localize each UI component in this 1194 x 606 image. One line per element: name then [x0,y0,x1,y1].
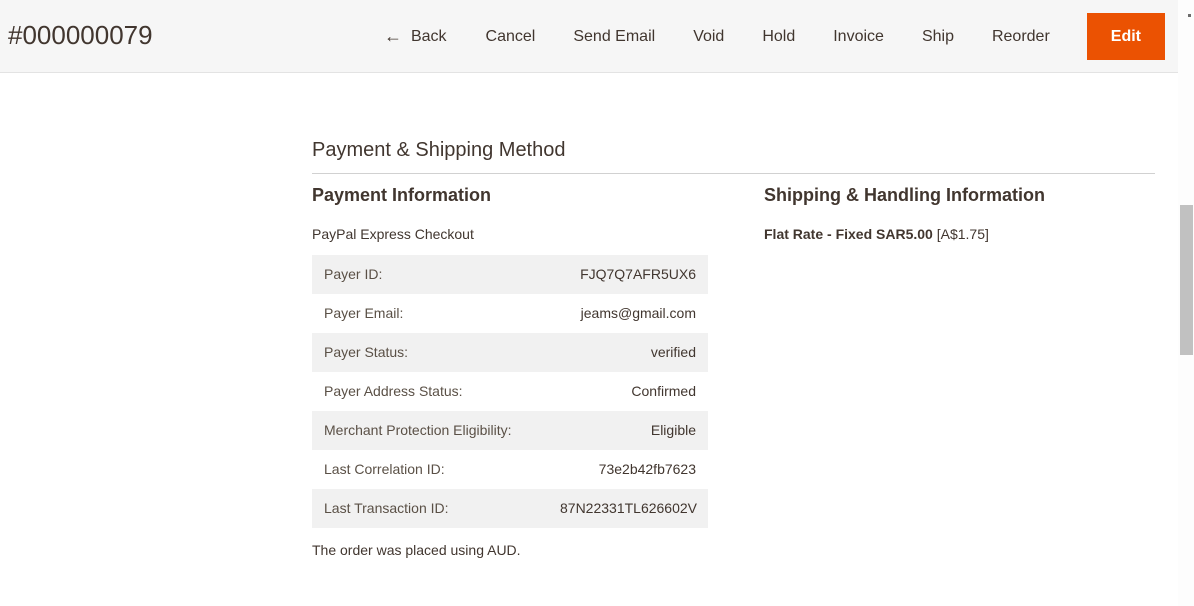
shipping-method-line: Flat Rate - Fixed SAR5.00 [A$1.75] [764,226,1156,242]
invoice-button[interactable]: Invoice [814,21,903,52]
table-row: Payer Address Status: Confirmed [312,372,708,411]
row-value: verified [650,344,696,360]
vertical-scrollbar[interactable] [1178,0,1194,606]
row-label: Payer ID: [324,266,383,282]
row-label: Merchant Protection Eligibility: [324,422,512,438]
scrollbar-marker-icon [1188,14,1191,17]
row-label: Payer Status: [324,344,409,360]
row-value: Confirmed [631,383,696,399]
payment-information-heading: Payment Information [312,185,492,205]
row-value: Eligible [650,422,696,438]
section-divider [312,173,1155,174]
table-row: Payer ID: FJQ7Q7AFR5UX6 [312,255,708,294]
arrow-left-icon: ← [383,25,402,46]
row-label: Payer Email: [324,305,404,321]
shipping-information-heading: Shipping & Handling Information [764,185,1045,205]
order-currency-note: The order was placed using AUD. [312,542,521,558]
cancel-button[interactable]: Cancel [467,21,555,52]
order-view-content: Payment & Shipping Method Payment Inform… [0,73,1178,606]
shipping-converted-price: [A$1.75] [936,226,989,242]
page-title: #000000079 [8,20,153,50]
edit-button[interactable]: Edit [1086,12,1165,61]
section-title-payment-shipping: Payment & Shipping Method [312,139,566,161]
back-button[interactable]: ← Back [370,21,467,52]
ship-button[interactable]: Ship [903,21,973,52]
back-button-label: Back [410,27,447,45]
order-action-bar: ← Back Cancel Send Email Void Hold Invoi… [300,0,1186,73]
send-email-button[interactable]: Send Email [554,21,674,52]
row-value: 87N22331TL626602V [560,500,698,516]
table-row: Merchant Protection Eligibility: Eligibl… [312,411,708,450]
vertical-scrollbar-thumb[interactable] [1180,205,1193,355]
row-value: FJQ7Q7AFR5UX6 [580,266,696,282]
reorder-button[interactable]: Reorder [973,21,1069,52]
payment-method-name: PayPal Express Checkout [312,226,474,242]
row-label: Last Correlation ID: [324,461,445,477]
void-button[interactable]: Void [674,21,743,52]
hold-button[interactable]: Hold [743,21,814,52]
table-row: Last Correlation ID: 73e2b42fb7623 [312,450,708,489]
table-row: Payer Status: verified [312,333,708,372]
shipping-method-name: Flat Rate - Fixed SAR5.00 [764,226,933,242]
row-value: jeams@gmail.com [580,305,696,321]
row-label: Payer Address Status: [324,383,463,399]
payment-information-block: Payment Information PayPal Express Check… [312,185,708,558]
shipping-information-block: Shipping & Handling Information Flat Rat… [764,185,1156,242]
page-header: #000000079 ← Back Cancel Send Email Void… [0,0,1194,73]
payment-details-table: Payer ID: FJQ7Q7AFR5UX6 Payer Email: jea… [312,255,708,528]
row-value: 73e2b42fb7623 [598,461,696,477]
table-row: Payer Email: jeams@gmail.com [312,294,708,333]
row-label: Last Transaction ID: [324,500,449,516]
table-row: Last Transaction ID: 87N22331TL626602V [312,489,708,528]
